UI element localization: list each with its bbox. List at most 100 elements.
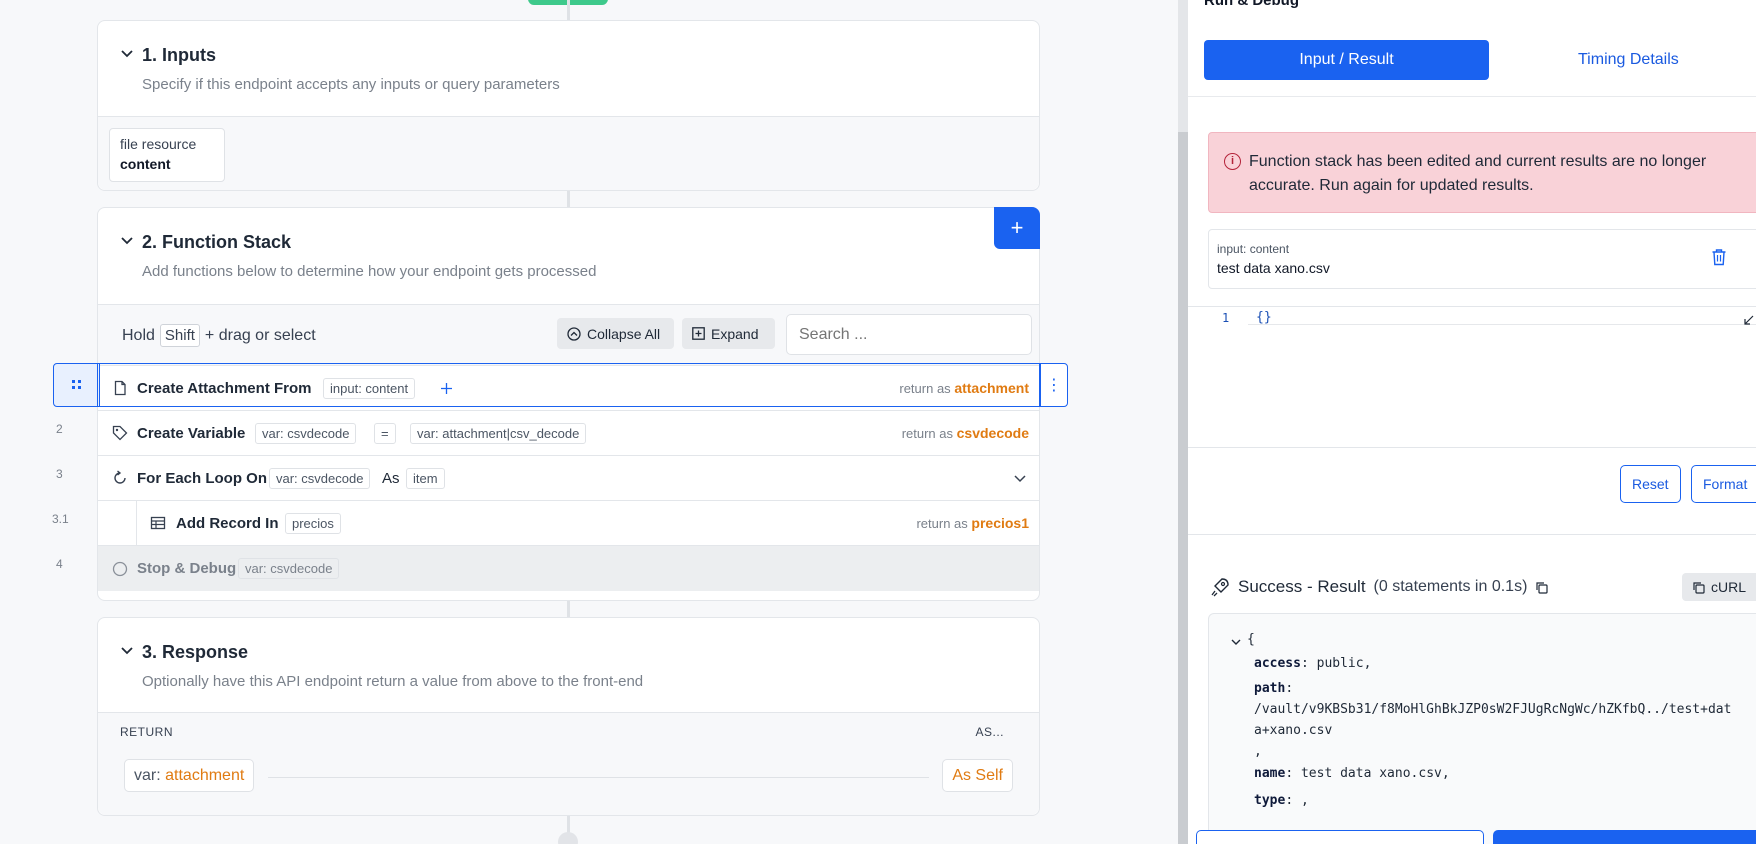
panel-scrollbar[interactable] (1178, 0, 1188, 844)
json-line: name: test data xano.csv, (1254, 766, 1450, 781)
var-name: attachment (165, 766, 245, 784)
row-menu-kebab-icon[interactable]: ⋮ (1040, 363, 1068, 407)
return-var[interactable]: csvdecode (957, 425, 1029, 441)
function-arg[interactable]: item (406, 467, 445, 489)
add-function-button[interactable]: + (994, 207, 1040, 249)
function-name: For Each Loop On (137, 469, 267, 487)
chevron-down-icon[interactable] (1013, 471, 1027, 485)
json-value: a+xano.csv (1254, 723, 1333, 738)
format-button[interactable]: Format (1691, 465, 1756, 503)
as-keyword: As (382, 469, 400, 487)
function-row[interactable]: Add Record In precios return as precios1 (98, 501, 1039, 546)
function-canvas: 1. Inputs Specify if this endpoint accep… (0, 0, 1178, 844)
return-label: return as (901, 426, 953, 441)
hint-text: Hold (122, 326, 155, 344)
function-row[interactable]: Create Variable var: csvdecode = var: at… (98, 411, 1039, 456)
result-title: Success - Result (1238, 577, 1366, 596)
response-list: RETURN AS... var: attachment As Self (98, 712, 1039, 815)
function-arg[interactable]: var: csvdecode (238, 558, 340, 579)
expand-button[interactable]: Expand (682, 318, 775, 349)
function-stack-section: + 2. Function Stack Add functions below … (97, 207, 1040, 601)
chevron-down-icon[interactable] (1230, 636, 1242, 648)
return-as: return as csvdecode (902, 425, 1029, 441)
stale-results-alert: i Function stack has been edited and cur… (1208, 132, 1756, 213)
function-search-input[interactable] (786, 314, 1032, 355)
function-arg[interactable]: input: content (323, 377, 416, 399)
editor-code: {} (1256, 310, 1272, 325)
json-editor[interactable]: 1 {} (1188, 306, 1756, 448)
collapse-all-button[interactable]: Collapse All (557, 318, 674, 349)
chevron-down-icon[interactable] (120, 643, 134, 657)
function-name: Add Record In (176, 514, 279, 532)
reset-button[interactable]: Reset (1620, 465, 1681, 503)
row-number: 4 (56, 557, 63, 571)
function-name: Create Attachment From (137, 379, 312, 397)
alert-text: Function stack has been edited and curre… (1249, 153, 1707, 194)
divider (1188, 534, 1756, 535)
circle-icon (112, 561, 128, 576)
debug-panel: Run & Debug Input / Result Timing Detail… (1188, 0, 1756, 844)
return-header: RETURN (120, 725, 173, 739)
var-prefix: var: (134, 766, 161, 784)
json-line: path: (1254, 681, 1294, 696)
tab-input-result[interactable]: Input / Result (1204, 40, 1489, 80)
table-icon (150, 516, 166, 530)
add-arg-icon[interactable] (440, 382, 453, 395)
return-label: return as (899, 381, 951, 396)
chevron-down-icon[interactable] (120, 233, 134, 247)
collapse-icon (567, 326, 581, 341)
input-type: file resource (120, 136, 197, 152)
function-arg[interactable]: var: csvdecode (269, 467, 371, 489)
bottom-primary-button[interactable] (1493, 830, 1756, 844)
copy-icon[interactable] (1535, 581, 1548, 594)
function-row[interactable]: Stop & Debug var: csvdecode (98, 546, 1039, 591)
section-subtitle: Add functions below to determine how you… (142, 263, 597, 280)
row-number: 2 (56, 422, 63, 436)
input-name: content (120, 156, 171, 172)
function-row[interactable]: Create Attachment From input: content re… (98, 366, 1039, 411)
button-label: cURL (1711, 579, 1747, 595)
function-row[interactable]: For Each Loop On var: csvdecode As item (98, 456, 1039, 501)
scrollbar-thumb[interactable] (1178, 132, 1188, 844)
inputs-section: 1. Inputs Specify if this endpoint accep… (97, 20, 1040, 191)
return-label: return as (916, 516, 968, 531)
section-title: 2. Function Stack (142, 232, 292, 252)
return-as-select[interactable]: As Self (942, 759, 1013, 792)
divider (1188, 96, 1756, 97)
response-section: 3. Response Optionally have this API end… (97, 617, 1040, 816)
stack-toolbar: Hold Shift + drag or select Collapse All… (98, 304, 1039, 366)
loop-icon (114, 470, 126, 484)
return-variable[interactable]: var: attachment (124, 759, 255, 792)
json-value: /vault/v9KBSb31/f8MoHlGhBkJZP0sW2FJUgRcN… (1254, 702, 1732, 717)
trash-icon[interactable] (1711, 248, 1727, 266)
drag-handle[interactable] (53, 363, 100, 407)
section-subtitle: Specify if this endpoint accepts any inp… (142, 76, 560, 93)
row-number: 3 (56, 467, 63, 481)
json-value: test data xano.csv, (1293, 766, 1450, 781)
expand-icon (692, 327, 705, 340)
return-as: return as precios1 (916, 515, 1029, 531)
return-var[interactable]: attachment (954, 380, 1029, 396)
return-var[interactable]: precios1 (971, 515, 1029, 531)
function-arg[interactable]: precios (285, 512, 341, 534)
function-arg[interactable]: var: attachment|csv_decode (410, 422, 587, 444)
function-arg[interactable]: var: csvdecode (255, 422, 357, 444)
function-name: Stop & Debug (137, 560, 237, 577)
result-json: { access: public, path: /vault/v9KBSb31/… (1208, 613, 1756, 844)
input-field-content[interactable]: input: content test data xano.csv (1208, 229, 1756, 289)
resize-icon[interactable] (1744, 315, 1754, 325)
json-value: , (1293, 793, 1309, 808)
tab-timing-details[interactable]: Timing Details (1578, 51, 1679, 69)
section-subtitle: Optionally have this API endpoint return… (142, 673, 644, 690)
curl-button[interactable]: cURL (1682, 573, 1756, 601)
return-as: return as attachment (899, 380, 1029, 396)
as-header: AS... (975, 725, 1004, 739)
chevron-down-icon[interactable] (120, 46, 134, 60)
info-icon: i (1224, 153, 1241, 170)
shift-key: Shift (159, 324, 200, 347)
connector-line (567, 600, 570, 618)
bottom-secondary-button[interactable] (1196, 830, 1484, 844)
json-key: access (1254, 656, 1301, 671)
input-file-resource[interactable]: file resource content (109, 128, 225, 182)
connector-line (567, 190, 570, 208)
